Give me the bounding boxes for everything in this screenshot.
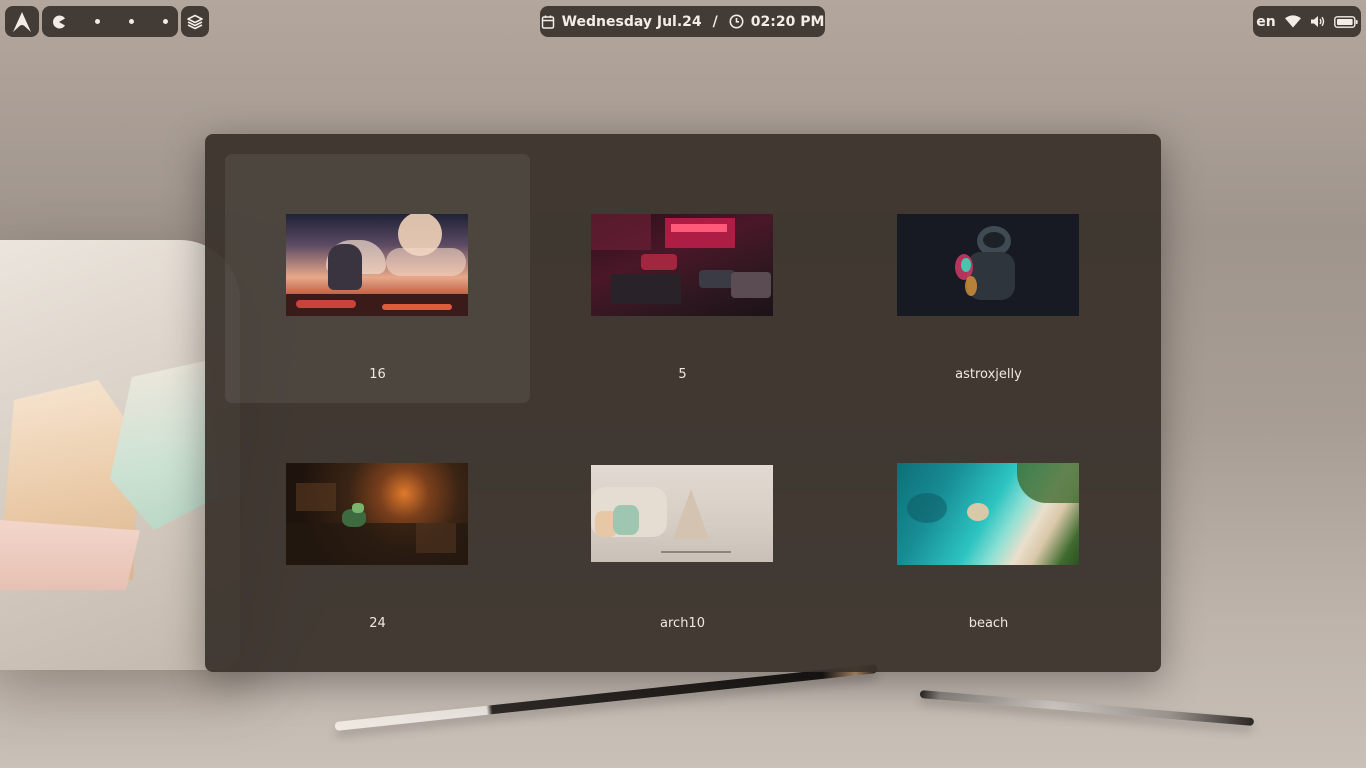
wallpaper-crystal	[0, 520, 140, 590]
wallpaper-name: arch10	[660, 616, 705, 631]
pacman-icon[interactable]	[52, 15, 66, 29]
wallpaper-pencil	[919, 690, 1255, 727]
date-time-separator: /	[712, 13, 718, 30]
calendar-icon	[541, 15, 555, 29]
battery-icon[interactable]	[1333, 15, 1358, 28]
wallpaper-card[interactable]: 16	[225, 154, 530, 403]
wallpaper-thumbnail	[286, 214, 468, 316]
language-indicator[interactable]: en	[1256, 14, 1275, 30]
wallpaper-thumbnail	[591, 214, 773, 316]
wallpaper-thumbnail	[897, 463, 1079, 565]
layers-button[interactable]	[181, 6, 209, 37]
wallpaper-card[interactable]: arch10	[530, 403, 835, 652]
volume-icon[interactable]	[1310, 15, 1325, 28]
wallpaper-card[interactable]: astroxjelly	[836, 154, 1141, 403]
wallpaper-thumbnail	[897, 214, 1079, 316]
wallpaper-name: astroxjelly	[955, 367, 1022, 382]
system-tray: en	[1253, 6, 1361, 37]
wallpaper-card[interactable]: 24	[225, 403, 530, 652]
wallpaper-card[interactable]: 5	[530, 154, 835, 403]
date-text: Wednesday Jul.24	[561, 13, 702, 30]
workspace-dot[interactable]	[163, 19, 168, 24]
workspace-dot[interactable]	[129, 19, 134, 24]
wallpaper-picker: 16 5 astroxjelly 24 arch10 beach	[205, 134, 1161, 672]
wallpaper-name: beach	[968, 616, 1009, 631]
date-time-widget[interactable]: Wednesday Jul.24 / 02:20 PM	[540, 6, 825, 37]
wallpaper-thumbnail	[286, 463, 468, 565]
wallpaper-card[interactable]: beach	[836, 403, 1141, 652]
workspace-dot[interactable]	[95, 19, 100, 24]
workspace-switcher	[42, 6, 178, 37]
wallpaper-thumbnail	[591, 465, 773, 562]
wallpaper-name: 16	[369, 367, 386, 382]
wifi-icon[interactable]	[1284, 15, 1301, 28]
wallpaper-name: 24	[369, 616, 386, 631]
clock-icon	[729, 14, 744, 29]
launcher-button[interactable]	[5, 6, 39, 37]
layers-icon	[187, 14, 203, 30]
time-text: 02:20 PM	[750, 13, 825, 30]
wallpaper-pencil	[334, 664, 878, 731]
wallpaper-name: 5	[678, 367, 687, 382]
arch-logo-icon	[13, 11, 31, 32]
